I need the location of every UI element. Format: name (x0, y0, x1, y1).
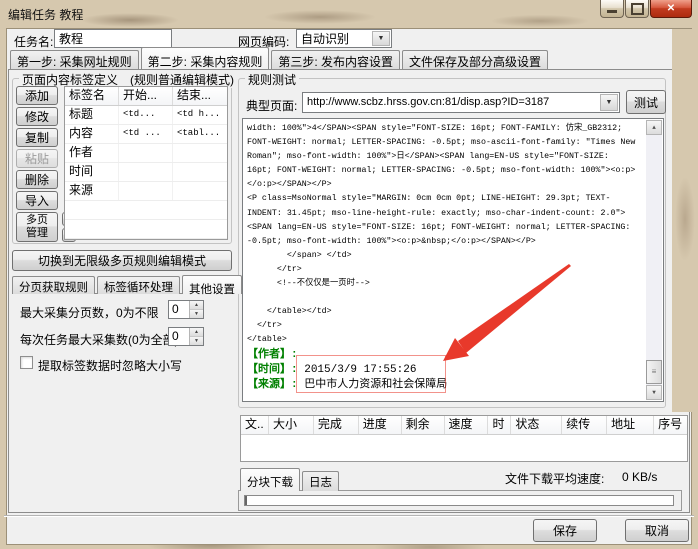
spin-down-icon[interactable]: ▼ (190, 310, 203, 318)
col-address[interactable]: 地址 (607, 416, 654, 434)
copy-tag-button[interactable]: 复制 (16, 128, 58, 147)
ignore-case-checkbox[interactable] (20, 356, 33, 369)
col-start[interactable]: 开始... (119, 87, 173, 105)
test-button[interactable]: 测试 (626, 90, 666, 114)
paste-tag-button[interactable]: 粘贴 (16, 149, 58, 168)
col-done[interactable]: 完成 (314, 416, 359, 434)
tab-step4-file-advanced-settings[interactable]: 文件保存及部分高级设置 (402, 50, 548, 69)
max-collect-label: 每次任务最大采集数(0为全部): (20, 331, 182, 348)
scroll-up-icon[interactable]: ▲ (646, 120, 662, 135)
window-titlebar: 编辑任务 教程 ✕ (0, 0, 698, 28)
tab-other-settings[interactable]: 其他设置 (182, 275, 242, 294)
table-row[interactable]: 标题 <td... <td h... (65, 106, 227, 125)
download-tab-strip: 分块下载 日志 (240, 468, 341, 491)
tab-step3-publish-settings[interactable]: 第三步: 发布内容设置 (271, 50, 400, 69)
max-pages-stepper[interactable]: 0 ▲▼ (168, 300, 204, 319)
spin-up-icon[interactable]: ▲ (190, 328, 203, 337)
desktop-wallpaper-strip (672, 29, 698, 412)
typical-page-label: 典型页面: (246, 97, 297, 114)
progress-zero-marker (245, 496, 247, 505)
col-remaining[interactable]: 剩余 (402, 416, 445, 434)
tab-step2-content-rules[interactable]: 第二步: 采集内容规则 (141, 47, 270, 69)
tab-paging-rules[interactable]: 分页获取规则 (12, 276, 95, 294)
window-title: 编辑任务 教程 (8, 6, 83, 23)
typical-page-url-value: http://www.scbz.hrss.gov.cn:81/disp.asp?… (307, 96, 549, 108)
delete-tag-button[interactable]: 删除 (16, 170, 58, 189)
table-row[interactable]: 作者 (65, 144, 227, 163)
annotation-highlight-box (296, 355, 446, 393)
import-tag-button[interactable]: 导入 (16, 191, 58, 210)
download-file-list: 文.. 大小 完成 进度 剩余 速度 时 状态 续传 地址 序号 (240, 415, 688, 462)
sub-tab-strip: 分页获取规则 标签循环处理 其他设置 (12, 275, 244, 294)
chevron-down-icon[interactable]: ▼ (600, 94, 618, 111)
col-size[interactable]: 大小 (269, 416, 314, 434)
close-icon: ✕ (667, 3, 675, 14)
close-button[interactable]: ✕ (650, 0, 692, 18)
multipage-manage-button[interactable]: 多页 管理 (16, 212, 58, 242)
scrollbar-thumb[interactable]: ≡ (646, 360, 662, 384)
table-row[interactable]: 来源 (65, 182, 227, 201)
thumb-grip-icon: ≡ (652, 368, 657, 377)
table-row-empty (65, 201, 227, 220)
table-row[interactable]: 内容 <td ... <tabl... (65, 125, 227, 144)
spin-up-icon[interactable]: ▲ (190, 301, 203, 310)
tab-label-loop[interactable]: 标签循环处理 (97, 276, 180, 294)
cancel-button[interactable]: 取消 (625, 519, 689, 542)
table-row-empty (65, 220, 227, 239)
col-file[interactable]: 文.. (241, 416, 269, 434)
maximize-button[interactable] (625, 0, 649, 18)
col-time[interactable]: 时 (488, 416, 511, 434)
col-progress[interactable]: 进度 (359, 416, 402, 434)
tab-chunk-download[interactable]: 分块下载 (240, 468, 300, 491)
rule-test-group-title: 规则测试 (245, 71, 299, 88)
footer-separator (4, 515, 694, 517)
vertical-scrollbar[interactable]: ▲ ≡ ▼ (646, 120, 662, 400)
download-progress-panel (238, 490, 682, 511)
max-pages-label: 最大采集分页数，0为不限 (20, 304, 159, 321)
tab-log[interactable]: 日志 (302, 471, 339, 491)
minimize-button[interactable] (600, 0, 624, 18)
avg-speed-value: 0 KB/s (622, 470, 657, 484)
scroll-down-icon[interactable]: ▼ (646, 385, 662, 400)
chevron-down-icon[interactable]: ▼ (372, 31, 390, 46)
switch-multipage-mode-button[interactable]: 切换到无限级多页规则编辑模式 (12, 250, 232, 271)
max-collect-stepper[interactable]: 0 ▲▼ (168, 327, 204, 346)
encoding-select[interactable]: 自动识别 ▼ (296, 29, 392, 48)
encoding-value: 自动识别 (301, 32, 349, 46)
task-name-input[interactable]: 教程 (54, 29, 172, 48)
tag-table-header: 标签名 开始... 结束... (65, 87, 227, 106)
download-list-header: 文.. 大小 完成 进度 剩余 速度 时 状态 续传 地址 序号 (241, 416, 687, 435)
col-resume[interactable]: 续传 (562, 416, 607, 434)
tag-table: 标签名 开始... 结束... 标题 <td... <td h... 内容 <t… (64, 86, 228, 240)
add-tag-button[interactable]: 添加 (16, 86, 58, 105)
table-row[interactable]: 时间 (65, 163, 227, 182)
download-progress-bar (244, 495, 674, 506)
main-tab-strip: 第一步: 采集网址规则 第二步: 采集内容规则 第三步: 发布内容设置 文件保存… (10, 47, 550, 69)
maximize-icon (631, 3, 644, 15)
ignore-case-label: 提取标签数据时忽略大小写 (38, 357, 182, 374)
save-button[interactable]: 保存 (533, 519, 597, 542)
minimize-icon (607, 10, 617, 13)
avg-speed-label: 文件下载平均速度: (505, 470, 604, 487)
col-status[interactable]: 状态 (511, 416, 562, 434)
typical-page-url-combo[interactable]: http://www.scbz.hrss.gov.cn:81/disp.asp?… (302, 92, 620, 113)
application-window: 编辑任务 教程 ✕ 任务名: 教程 网页编码: 自动识别 ▼ 第一步: 采集网址… (0, 0, 698, 549)
html-source-code: width: 100%">4</SPAN><SPAN style="FONT-S… (247, 122, 643, 394)
modify-tag-button[interactable]: 修改 (16, 107, 58, 126)
caption-buttons: ✕ (599, 0, 692, 18)
tab-step1-url-rules[interactable]: 第一步: 采集网址规则 (10, 50, 139, 69)
col-speed[interactable]: 速度 (445, 416, 489, 434)
col-tag-name[interactable]: 标签名 (65, 87, 119, 105)
col-index[interactable]: 序号 (654, 416, 687, 434)
spin-down-icon[interactable]: ▼ (190, 337, 203, 345)
col-end[interactable]: 结束... (173, 87, 227, 105)
